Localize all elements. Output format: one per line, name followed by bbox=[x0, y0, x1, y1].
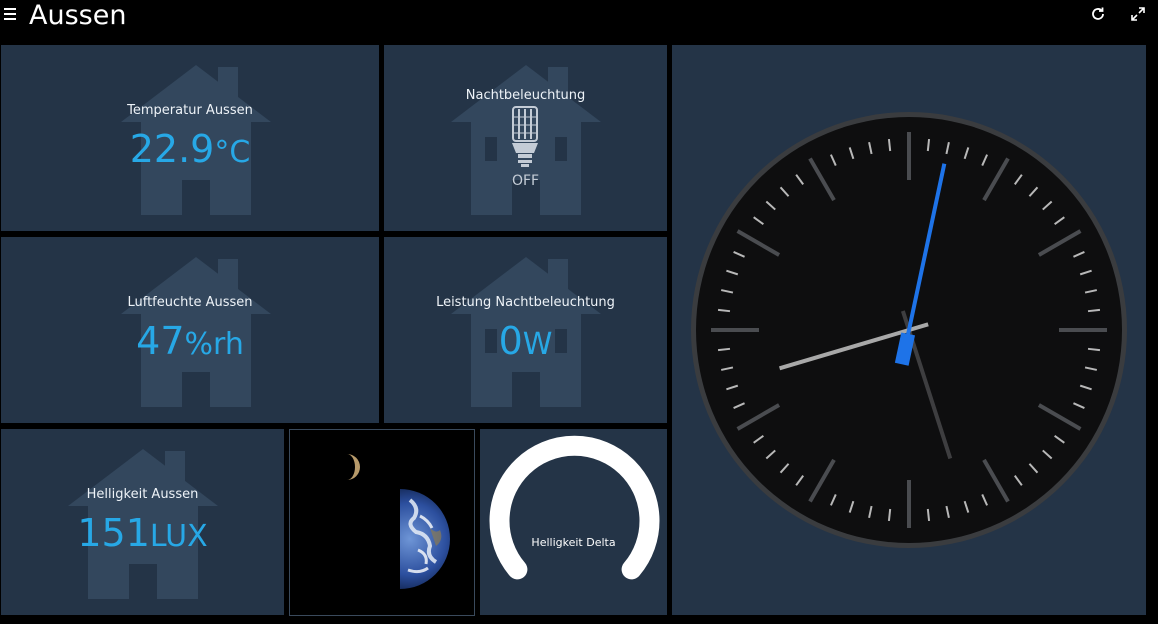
tile-leistung-nachtbeleuchtung[interactable]: Leistung Nachtbeleuchtung 0W bbox=[384, 237, 667, 423]
page-title: Aussen bbox=[29, 0, 127, 31]
gauge-arc bbox=[489, 435, 660, 580]
clock-minute-tick bbox=[1087, 308, 1101, 313]
tile-temperatur-aussen[interactable]: Temperatur Aussen 22.9°C bbox=[1, 45, 379, 231]
tile-label: Nachtbeleuchtung bbox=[465, 88, 586, 103]
clock-minute-tick bbox=[717, 308, 731, 313]
clock-minute-tick bbox=[717, 347, 731, 352]
menu-icon[interactable] bbox=[4, 8, 16, 22]
earth-moon-image[interactable] bbox=[289, 429, 475, 616]
analog-clock bbox=[691, 112, 1127, 548]
clock-minute-tick bbox=[887, 138, 892, 152]
tile-label: Leistung Nachtbeleuchtung bbox=[436, 295, 615, 310]
moon-shape bbox=[347, 454, 360, 480]
tile-helligkeit-delta[interactable]: Helligkeit Delta bbox=[480, 429, 667, 615]
power-value: 0W bbox=[498, 319, 553, 363]
tile-clock bbox=[672, 45, 1146, 615]
clock-minute-tick bbox=[887, 508, 892, 522]
gauge-label: Helligkeit Delta bbox=[531, 536, 616, 549]
clock-second-counterweight bbox=[894, 332, 916, 366]
earth-moon-picture bbox=[347, 454, 450, 589]
tile-helligkeit-aussen[interactable]: Helligkeit Aussen 151LUX bbox=[1, 429, 284, 615]
temperature-value: 22.9°C bbox=[129, 127, 251, 171]
humidity-value: 47%rh bbox=[136, 319, 244, 363]
tile-label: Temperatur Aussen bbox=[127, 103, 253, 118]
tile-luftfeuchte-aussen[interactable]: Luftfeuchte Aussen 47%rh bbox=[1, 237, 379, 423]
light-state: OFF bbox=[511, 173, 540, 189]
refresh-icon[interactable] bbox=[1090, 6, 1106, 22]
earth-shape bbox=[400, 489, 450, 589]
tile-label: Luftfeuchte Aussen bbox=[127, 295, 253, 310]
tile-label: Helligkeit Aussen bbox=[86, 487, 199, 502]
fullscreen-icon[interactable] bbox=[1130, 6, 1146, 22]
brightness-value: 151LUX bbox=[77, 511, 208, 555]
clock-minute-tick bbox=[926, 508, 931, 522]
tile-nachtbeleuchtung[interactable]: Nachtbeleuchtung OFF bbox=[384, 45, 667, 231]
clock-minute-tick bbox=[1087, 347, 1101, 352]
top-bar: Aussen bbox=[0, 0, 1158, 34]
clock-minute-tick bbox=[926, 138, 931, 152]
light-bulb-icon bbox=[512, 106, 538, 167]
